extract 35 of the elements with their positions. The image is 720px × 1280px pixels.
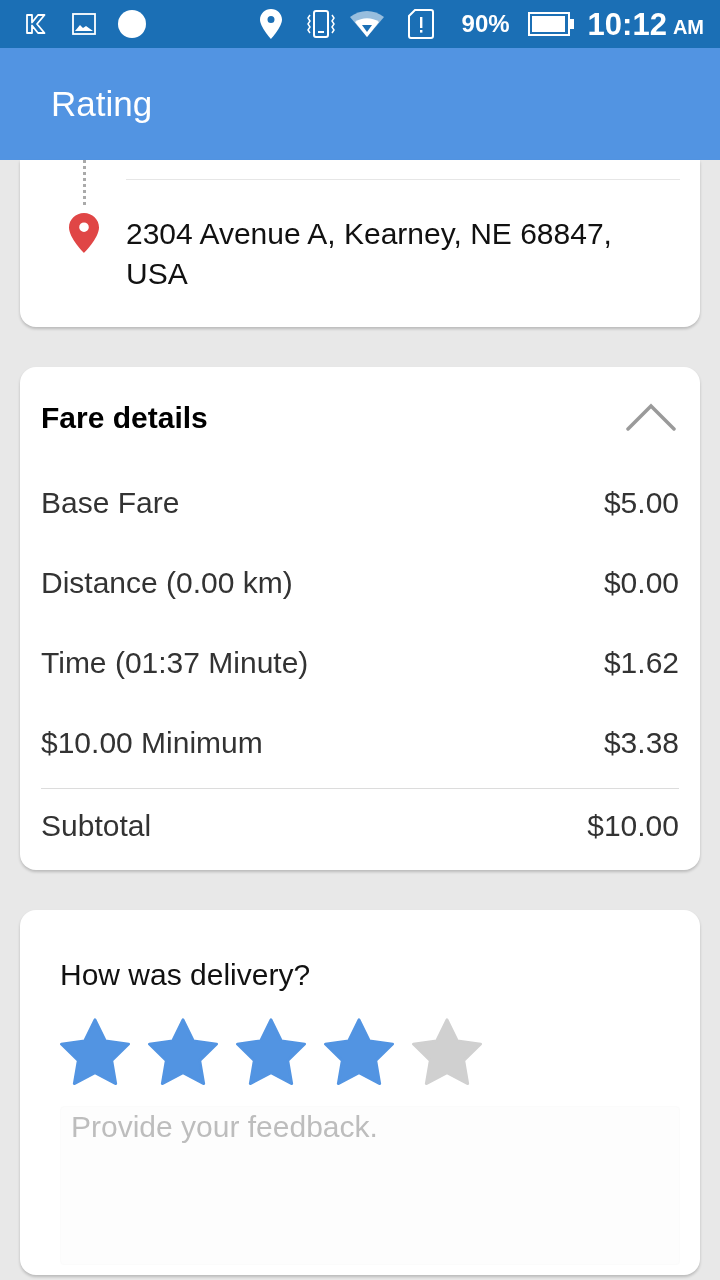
fare-item-amount: $3.38 [603, 724, 679, 761]
circle-icon [118, 10, 146, 38]
clock-meridiem: AM [672, 17, 704, 37]
rating-question: How was delivery? [60, 957, 312, 993]
fare-item-amount: $5.00 [603, 484, 679, 521]
fare-item-amount: $0.00 [603, 564, 679, 601]
star-icon[interactable] [412, 1018, 482, 1086]
battery-percentage: 90% [461, 9, 510, 39]
image-icon [72, 12, 96, 36]
fare-item-label: $10.00 Minimum [41, 724, 263, 761]
app-logo-icon [24, 12, 48, 36]
route-dotted-line [83, 160, 86, 205]
star-icon[interactable] [324, 1018, 394, 1086]
star-icon[interactable] [236, 1018, 306, 1086]
chevron-up-icon[interactable] [626, 403, 676, 431]
location-pin-icon [259, 9, 282, 39]
fare-item-amount: $1.62 [603, 644, 679, 681]
sim-alert-icon [407, 9, 434, 39]
fare-item-label: Time (01:37 Minute) [41, 644, 309, 681]
wifi-icon [349, 11, 384, 37]
battery-icon [527, 12, 574, 36]
star-rating[interactable] [60, 1018, 482, 1086]
dropoff-address: 2304 Avenue A, Kearney, NE 68847, USA [126, 216, 613, 292]
fare-item-label: Distance (0.00 km) [41, 564, 293, 601]
fare-details-title: Fare details [41, 399, 208, 436]
star-icon[interactable] [60, 1018, 130, 1086]
subtotal-amount: $10.00 [587, 807, 679, 844]
subtotal-label: Subtotal [41, 807, 152, 844]
feedback-field[interactable]: Provide your feedback. [60, 1106, 680, 1265]
fare-item-label: Base Fare [41, 484, 180, 521]
app-bar-title: Rating [51, 82, 153, 125]
location-pin-icon [69, 213, 99, 253]
vibrate-icon [305, 9, 336, 39]
star-icon[interactable] [148, 1018, 218, 1086]
clock-time: 10:12 [587, 8, 667, 40]
